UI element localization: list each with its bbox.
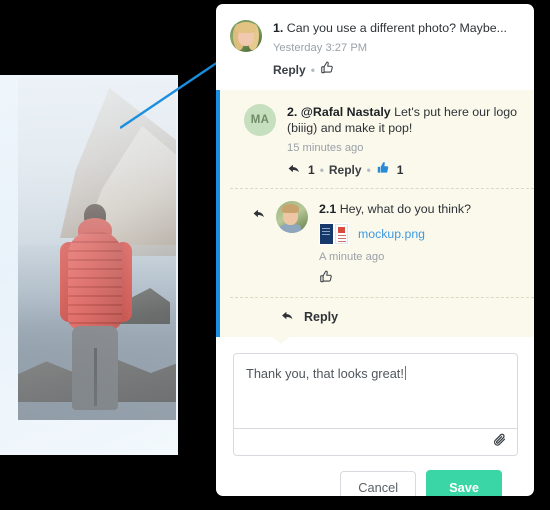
- comment-panel: 1. Can you use a different photo? Maybe.…: [216, 4, 534, 496]
- comment-actions: 1 • Reply • 1: [287, 161, 518, 178]
- nested-reply-text: 2.1 Hey, what do you think?: [319, 201, 518, 217]
- comment-text: 1. Can you use a different photo? Maybe.…: [273, 20, 518, 36]
- comment-body: 2. @Rafal Nastaly Let's put here our log…: [287, 104, 518, 178]
- cancel-button[interactable]: Cancel: [340, 471, 417, 496]
- comment-timestamp: 15 minutes ago: [287, 142, 364, 154]
- panel-footer: Cancel Save: [233, 456, 518, 496]
- user-mention[interactable]: @Rafal Nastaly: [301, 105, 391, 119]
- compose-toolbar: [234, 428, 517, 455]
- avatar: [276, 201, 308, 233]
- comment-item[interactable]: 1. Can you use a different photo? Maybe.…: [216, 4, 534, 90]
- hiker-red-jacket: [68, 232, 122, 330]
- avatar-initials: MA: [244, 104, 276, 136]
- reply-arrow-icon: [280, 309, 295, 325]
- comment-body: 1. Can you use a different photo? Maybe.…: [273, 20, 518, 78]
- action-separator: •: [319, 162, 324, 177]
- comment-text: 2. @Rafal Nastaly Let's put here our log…: [287, 104, 518, 136]
- reply-count: 1: [308, 162, 315, 177]
- reply-arrow-icon: [252, 207, 268, 287]
- comment-actions: Reply •: [273, 61, 518, 78]
- thumbnail-page-left: [320, 224, 333, 244]
- nested-reply-message: Hey, what do you think?: [339, 202, 472, 216]
- attachment-filename[interactable]: mockup.png: [358, 227, 425, 241]
- nested-reply-item[interactable]: 2.1 Hey, what do you think? mockup.png A…: [230, 188, 534, 297]
- reply-input-value: Thank you, that looks great!: [246, 366, 404, 381]
- reply-arrow-icon[interactable]: [287, 162, 301, 178]
- comment-index: 1.: [273, 21, 284, 35]
- photo-hiker: [58, 198, 134, 410]
- avatar: [230, 20, 262, 52]
- paperclip-icon[interactable]: [492, 432, 507, 452]
- thumbs-up-outline-icon[interactable]: [320, 61, 334, 78]
- compose-caret: [272, 336, 290, 344]
- design-photo[interactable]: [18, 78, 176, 420]
- reply-bar-label: Reply: [304, 310, 339, 324]
- screenshot-stage: 1. Can you use a different photo? Maybe.…: [0, 0, 550, 510]
- highlighted-comment-wrapper: MA 2. @Rafal Nastaly Let's put here our …: [216, 90, 534, 188]
- action-separator: •: [366, 162, 371, 177]
- nested-reply-body: 2.1 Hey, what do you think? mockup.png A…: [319, 201, 518, 287]
- attachment-row[interactable]: mockup.png: [319, 223, 518, 245]
- avatar-shirt: [280, 224, 301, 233]
- comment-message: Can you use a different photo? Maybe...: [286, 21, 507, 35]
- compose-area: Thank you, that looks great! Cancel Save: [216, 337, 534, 496]
- nested-reply-index: 2.1: [319, 202, 337, 216]
- nested-reply-timestamp: A minute ago: [319, 251, 385, 263]
- thumbnail-page-right: [335, 224, 348, 244]
- reply-button[interactable]: Reply: [273, 63, 306, 77]
- reply-input-box[interactable]: Thank you, that looks great!: [233, 353, 518, 456]
- like-count: 1: [396, 162, 404, 177]
- reply-textarea[interactable]: Thank you, that looks great!: [234, 354, 517, 428]
- comment-timestamp: Yesterday 3:27 PM: [273, 42, 368, 54]
- nested-reply-wrapper: 2.1 Hey, what do you think? mockup.png A…: [216, 188, 534, 297]
- thumbs-up-filled-icon[interactable]: [376, 161, 390, 178]
- thumbs-up-outline-icon[interactable]: [319, 270, 333, 287]
- nested-reply-actions: [319, 270, 518, 287]
- document-thumbnail-icon: [319, 223, 349, 245]
- reply-button[interactable]: Reply: [329, 163, 362, 177]
- action-separator: •: [310, 62, 315, 77]
- avatar-hair: [282, 204, 299, 213]
- text-cursor: [404, 366, 406, 380]
- comment-item[interactable]: MA 2. @Rafal Nastaly Let's put here our …: [230, 90, 534, 188]
- reply-bar[interactable]: Reply: [230, 297, 534, 337]
- avatar-hair-top: [236, 22, 256, 33]
- reply-bar-wrapper: Reply: [216, 297, 534, 337]
- comment-index: 2.: [287, 105, 298, 119]
- hiker-leg-gap: [94, 348, 97, 406]
- save-button[interactable]: Save: [426, 470, 502, 496]
